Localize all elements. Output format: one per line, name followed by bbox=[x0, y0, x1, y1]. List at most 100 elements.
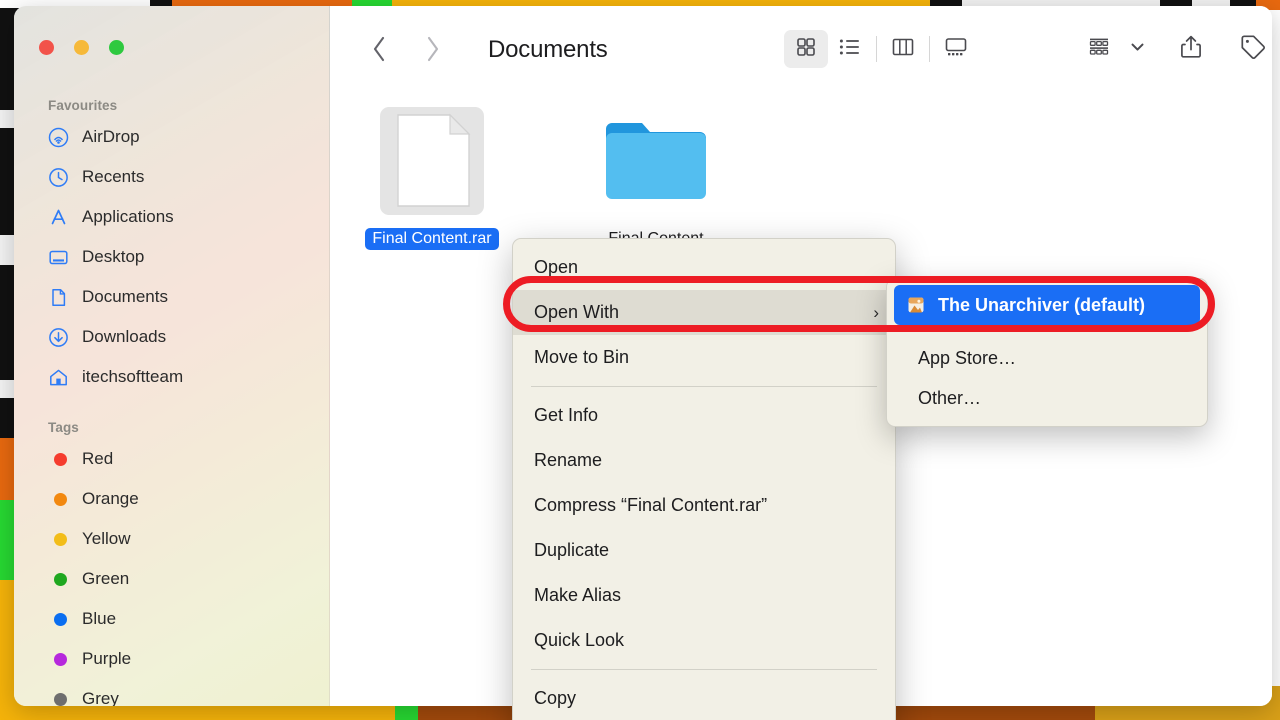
document-icon bbox=[48, 287, 69, 308]
context-menu: Open Open With › Move to Bin Get Info Re… bbox=[512, 238, 896, 720]
sidebar-item-label: AirDrop bbox=[82, 127, 140, 146]
applications-icon bbox=[48, 207, 69, 228]
page-title: Documents bbox=[488, 36, 608, 63]
sidebar-item-itechsoftteam[interactable]: itechsoftteam bbox=[14, 357, 329, 397]
context-menu-item-label: Rename bbox=[534, 450, 603, 470]
sidebar-tag-blue[interactable]: Blue bbox=[14, 599, 329, 639]
sidebar-item-label: Recents bbox=[82, 167, 145, 186]
sidebar-item-label: itechsoftteam bbox=[82, 367, 184, 386]
context-menu-item-duplicate[interactable]: Duplicate bbox=[513, 528, 895, 573]
sidebar-item-label: Downloads bbox=[82, 327, 167, 346]
grid-view-icon bbox=[795, 36, 817, 63]
context-menu-item-move-to-bin[interactable]: Move to Bin bbox=[513, 335, 895, 380]
tag-dot-icon bbox=[48, 449, 69, 470]
toolbar-actions bbox=[1086, 30, 1267, 68]
share-button[interactable] bbox=[1179, 30, 1203, 68]
context-menu-item-open-with[interactable]: Open With › bbox=[513, 290, 895, 335]
file-item-folder[interactable]: Final Content bbox=[576, 102, 736, 250]
list-view-button[interactable] bbox=[828, 30, 872, 68]
submenu-item-app-store[interactable]: App Store… bbox=[894, 338, 1200, 378]
context-menu-item-compress[interactable]: Compress “Final Content.rar” bbox=[513, 483, 895, 528]
download-icon bbox=[48, 327, 69, 348]
context-menu-item-label: Quick Look bbox=[534, 630, 625, 650]
sidebar-favourites-header: Favourites bbox=[48, 98, 118, 113]
toolbar-divider bbox=[876, 36, 877, 62]
sidebar-tag-orange[interactable]: Orange bbox=[14, 479, 329, 519]
context-menu-item-quick-look[interactable]: Quick Look bbox=[513, 618, 895, 663]
context-menu-item-get-info[interactable]: Get Info bbox=[513, 393, 895, 438]
submenu-item-the-unarchiver[interactable]: The Unarchiver (default) bbox=[894, 285, 1200, 325]
sidebar-tags-header: Tags bbox=[48, 420, 79, 435]
tag-dot-icon bbox=[48, 689, 69, 707]
sidebar-item-label: Applications bbox=[82, 207, 174, 226]
column-view-button[interactable] bbox=[881, 30, 925, 68]
sidebar-item-recents[interactable]: Recents bbox=[14, 157, 329, 197]
tag-dot-icon bbox=[48, 529, 69, 550]
context-menu-item-label: Move to Bin bbox=[534, 347, 630, 367]
sidebar-item-label: Documents bbox=[82, 287, 168, 306]
close-button[interactable] bbox=[39, 40, 54, 55]
chevron-down-icon bbox=[1130, 40, 1145, 58]
sidebar-item-downloads[interactable]: Downloads bbox=[14, 317, 329, 357]
context-menu-item-rename[interactable]: Rename bbox=[513, 438, 895, 483]
screen: Favourites AirDrop Recents Applications … bbox=[0, 0, 1280, 720]
sidebar-item-desktop[interactable]: Desktop bbox=[14, 237, 329, 277]
file-item-rar[interactable]: Final Content.rar bbox=[352, 102, 512, 250]
sidebar: Favourites AirDrop Recents Applications … bbox=[14, 6, 330, 706]
toolbar: Documents bbox=[330, 6, 1272, 94]
sidebar-item-documents[interactable]: Documents bbox=[14, 277, 329, 317]
sidebar-tag-label: Orange bbox=[82, 489, 139, 508]
submenu-item-other[interactable]: Other… bbox=[894, 378, 1200, 418]
sidebar-tag-yellow[interactable]: Yellow bbox=[14, 519, 329, 559]
rar-file-icon bbox=[373, 102, 491, 220]
sidebar-tag-label: Grey bbox=[82, 689, 119, 706]
context-menu-item-label: Copy bbox=[534, 688, 577, 708]
list-view-icon bbox=[838, 36, 862, 63]
clock-icon bbox=[48, 167, 69, 188]
sidebar-tag-purple[interactable]: Purple bbox=[14, 639, 329, 679]
column-view-icon bbox=[891, 36, 915, 63]
sidebar-tag-label: Green bbox=[82, 569, 130, 588]
navigation-buttons bbox=[370, 34, 442, 64]
context-menu-item-label: Get Info bbox=[534, 405, 599, 425]
sidebar-item-label: Desktop bbox=[82, 247, 145, 266]
tag-dot-icon bbox=[48, 609, 69, 630]
maximize-button[interactable] bbox=[109, 40, 124, 55]
context-menu-item-label: Compress “Final Content.rar” bbox=[534, 495, 768, 515]
submenu-item-label: App Store… bbox=[918, 347, 1017, 368]
sidebar-tag-grey[interactable]: Grey bbox=[14, 679, 329, 706]
submenu-divider bbox=[905, 331, 1189, 332]
tag-button[interactable] bbox=[1239, 30, 1267, 68]
minimize-button[interactable] bbox=[74, 40, 89, 55]
context-menu-item-label: Duplicate bbox=[534, 540, 610, 560]
sidebar-tags-list: Red Orange Yellow Green Blue Purple Grey bbox=[14, 439, 329, 706]
context-menu-item-label: Open bbox=[534, 257, 579, 277]
tag-dot-icon bbox=[48, 649, 69, 670]
group-by-icon bbox=[1086, 36, 1112, 63]
sidebar-item-airdrop[interactable]: AirDrop bbox=[14, 117, 329, 157]
unarchiver-app-icon bbox=[906, 295, 926, 315]
gallery-view-button[interactable] bbox=[934, 30, 978, 68]
folder-icon bbox=[597, 102, 715, 220]
sidebar-tag-red[interactable]: Red bbox=[14, 439, 329, 479]
tag-dot-icon bbox=[48, 489, 69, 510]
back-button[interactable] bbox=[370, 34, 388, 64]
sidebar-favourites-list: AirDrop Recents Applications Desktop Doc… bbox=[14, 117, 329, 397]
window-controls bbox=[39, 40, 124, 55]
context-menu-item-open[interactable]: Open bbox=[513, 245, 895, 290]
grid-view-button[interactable] bbox=[784, 30, 828, 68]
share-icon bbox=[1179, 34, 1203, 65]
sidebar-tag-green[interactable]: Green bbox=[14, 559, 329, 599]
submenu-item-label: The Unarchiver (default) bbox=[938, 294, 1146, 315]
file-grid: Final Content.rar Final Content bbox=[352, 102, 736, 250]
context-menu-divider bbox=[531, 669, 877, 670]
toolbar-divider bbox=[929, 36, 930, 62]
context-menu-item-copy[interactable]: Copy bbox=[513, 676, 895, 720]
context-menu-item-make-alias[interactable]: Make Alias bbox=[513, 573, 895, 618]
context-menu-item-label: Make Alias bbox=[534, 585, 622, 605]
group-by-button[interactable] bbox=[1086, 30, 1112, 68]
group-by-dropdown-button[interactable] bbox=[1130, 30, 1145, 68]
forward-button[interactable] bbox=[424, 34, 442, 64]
context-menu-divider bbox=[531, 386, 877, 387]
sidebar-item-applications[interactable]: Applications bbox=[14, 197, 329, 237]
